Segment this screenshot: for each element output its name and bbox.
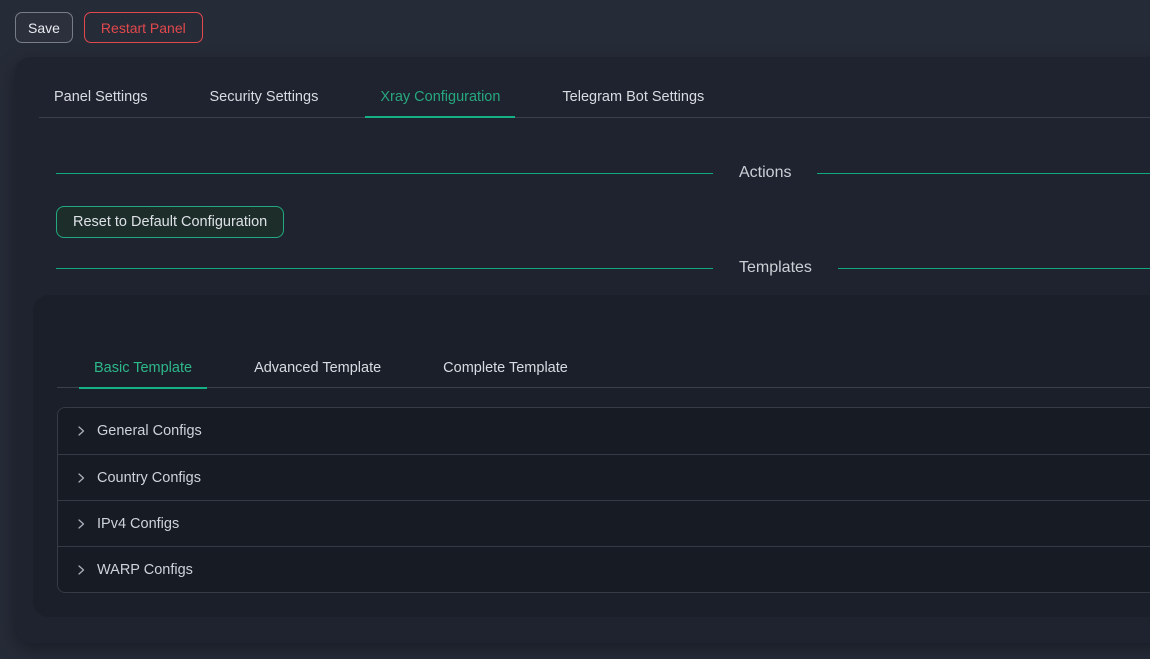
divider-line (838, 268, 1150, 269)
template-tab-bar: Basic Template Advanced Template Complet… (79, 295, 1150, 388)
config-collapse-list: General Configs Country Configs IPv4 Con… (57, 407, 1150, 593)
tab-panel-settings[interactable]: Panel Settings (39, 78, 163, 118)
collapse-header-country-configs[interactable]: Country Configs (58, 454, 1150, 500)
divider-line (56, 173, 713, 174)
tab-complete-template[interactable]: Complete Template (428, 349, 583, 389)
collapse-header-warp-configs[interactable]: WARP Configs (58, 546, 1150, 592)
actions-divider-label: Actions (739, 164, 791, 182)
templates-divider: Templates (56, 256, 1150, 280)
templates-card: Basic Template Advanced Template Complet… (33, 295, 1150, 617)
chevron-right-icon (75, 425, 87, 437)
settings-card: Panel Settings Security Settings Xray Co… (15, 57, 1150, 643)
tab-advanced-template[interactable]: Advanced Template (239, 349, 396, 389)
divider-line (56, 268, 713, 269)
tab-telegram-bot-settings[interactable]: Telegram Bot Settings (547, 78, 719, 118)
collapse-label: General Configs (97, 423, 202, 439)
settings-tab-bar: Panel Settings Security Settings Xray Co… (39, 57, 1150, 118)
tab-xray-configuration[interactable]: Xray Configuration (365, 78, 515, 118)
chevron-right-icon (75, 564, 87, 576)
tab-security-settings[interactable]: Security Settings (195, 78, 334, 118)
template-tab-bar-underline (57, 387, 1150, 388)
chevron-right-icon (75, 518, 87, 530)
collapse-label: Country Configs (97, 470, 201, 486)
templates-divider-label: Templates (739, 259, 812, 277)
tab-basic-template[interactable]: Basic Template (79, 349, 207, 389)
collapse-header-general-configs[interactable]: General Configs (58, 408, 1150, 454)
collapse-label: WARP Configs (97, 562, 193, 578)
reset-default-configuration-button[interactable]: Reset to Default Configuration (56, 206, 284, 238)
collapse-header-ipv4-configs[interactable]: IPv4 Configs (58, 500, 1150, 546)
collapse-label: IPv4 Configs (97, 516, 179, 532)
divider-line (817, 173, 1150, 174)
actions-divider: Actions (56, 161, 1150, 185)
save-button[interactable]: Save (15, 12, 73, 43)
top-action-bar: Save Restart Panel (0, 0, 1150, 57)
chevron-right-icon (75, 472, 87, 484)
restart-panel-button[interactable]: Restart Panel (84, 12, 203, 43)
